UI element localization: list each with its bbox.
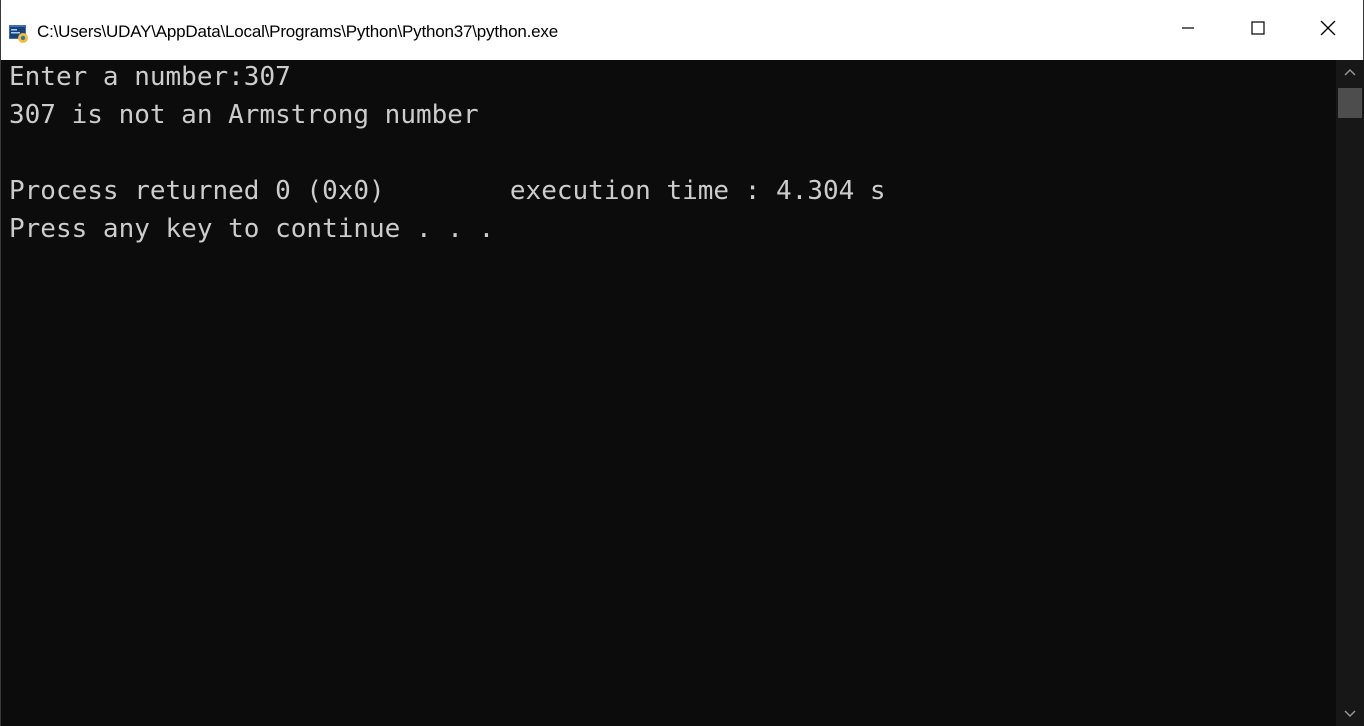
maximize-button[interactable] — [1223, 0, 1293, 60]
minimize-icon — [1181, 21, 1195, 40]
python-console-icon[interactable] — [9, 24, 29, 44]
window-title: C:\Users\UDAY\AppData\Local\Programs\Pyt… — [37, 22, 558, 41]
console-line-input-prompt: Enter a number:307 — [9, 62, 291, 92]
maximize-icon — [1251, 20, 1265, 40]
title-bar[interactable]: C:\Users\UDAY\AppData\Local\Programs\Pyt… — [1, 0, 1363, 60]
scroll-down-button[interactable] — [1336, 702, 1364, 726]
close-button[interactable] — [1293, 0, 1363, 60]
vertical-scrollbar[interactable] — [1336, 60, 1364, 726]
console-line-process-returned: Process returned 0 (0x0) execution time … — [9, 176, 886, 206]
close-icon — [1320, 20, 1336, 41]
console-line-result: 307 is not an Armstrong number — [9, 100, 479, 130]
console-output[interactable]: Enter a number:307 307 is not an Armstro… — [2, 60, 1336, 726]
scroll-up-button[interactable] — [1336, 60, 1364, 84]
console-line-press-any-key: Press any key to continue . . . — [9, 214, 495, 244]
chevron-up-icon — [1344, 63, 1356, 81]
minimize-button[interactable] — [1153, 0, 1223, 60]
chevron-down-icon — [1344, 705, 1356, 723]
console-window: C:\Users\UDAY\AppData\Local\Programs\Pyt… — [0, 0, 1364, 726]
scroll-thumb[interactable] — [1338, 88, 1362, 118]
